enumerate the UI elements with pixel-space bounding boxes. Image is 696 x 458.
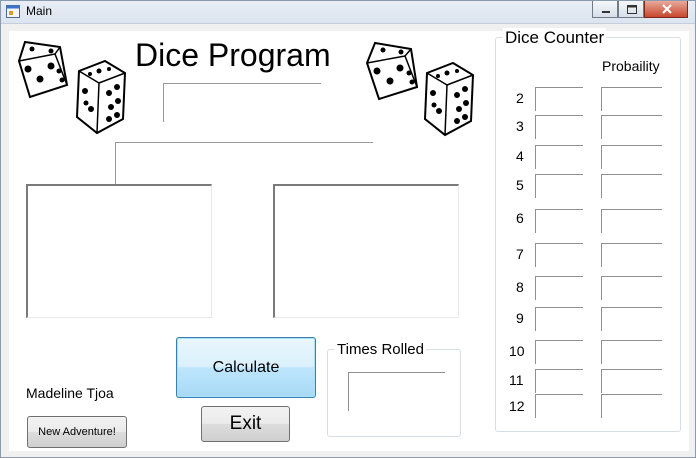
calculate-button[interactable]: Calculate [176,337,316,398]
probability-field-6[interactable] [601,209,662,233]
row-label-11: 11 [509,372,524,388]
row-label-12: 12 [509,398,525,414]
author-label: Madeline Tjoa [26,385,114,401]
dice-image-box-1 [26,184,212,318]
row-label-4: 4 [516,148,524,164]
window-title: Main [26,4,53,18]
close-icon [662,4,672,14]
count-field-5[interactable] [535,174,583,198]
divider-line [163,83,321,84]
count-field-11[interactable] [535,369,583,393]
dice-right-2-icon [423,61,475,137]
probability-field-11[interactable] [601,369,662,393]
dice-left-1-icon [17,40,69,99]
row-label-8: 8 [516,279,524,295]
count-field-4[interactable] [535,145,583,169]
count-field-12[interactable] [535,394,583,418]
probability-field-9[interactable] [601,307,662,331]
divider-line [163,83,164,122]
count-field-10[interactable] [535,340,583,364]
probability-field-3[interactable] [601,115,662,139]
dice-right-1-icon [365,41,419,101]
row-label-9: 9 [516,310,524,326]
minimize-button[interactable] [592,1,618,18]
row-label-6: 6 [516,210,524,226]
count-field-6[interactable] [535,209,583,233]
row-label-2: 2 [516,90,524,106]
count-field-8[interactable] [535,276,583,300]
exit-button[interactable]: Exit [201,406,290,442]
new-adventure-button[interactable]: New Adventure! [27,416,127,448]
count-field-9[interactable] [535,307,583,331]
minimize-icon [602,11,610,13]
probability-field-8[interactable] [601,276,662,300]
probability-field-10[interactable] [601,340,662,364]
times-rolled-field[interactable] [348,372,445,411]
row-label-7: 7 [516,246,524,262]
count-field-7[interactable] [535,243,583,267]
dice-left-2-icon [75,59,127,135]
maximize-icon [627,5,637,14]
page-title: Dice Program [135,37,331,73]
count-field-2[interactable] [535,87,583,111]
probability-field-7[interactable] [601,243,662,267]
probability-field-5[interactable] [601,174,662,198]
probability-field-2[interactable] [601,87,662,111]
divider-line [115,142,116,184]
probability-header: Probaility [602,58,660,74]
dice-image-box-2 [273,184,459,318]
app-icon [6,5,20,18]
times-rolled-title: Times Rolled [335,341,426,358]
row-label-5: 5 [516,177,524,193]
probability-field-4[interactable] [601,145,662,169]
count-field-3[interactable] [535,115,583,139]
maximize-button[interactable] [618,1,644,18]
title-bar[interactable]: Main [1,1,695,24]
dice-counter-title: Dice Counter [503,28,607,48]
row-label-3: 3 [516,118,524,134]
probability-field-12[interactable] [601,394,662,418]
form-client-area: Dice Program Madeline Tjoa New Adventure… [9,28,689,451]
main-window: Main Dice Program Madeline Tjoa New Adve… [0,0,696,458]
divider-line [115,142,373,143]
close-button[interactable] [644,1,688,18]
row-label-10: 10 [509,343,525,359]
